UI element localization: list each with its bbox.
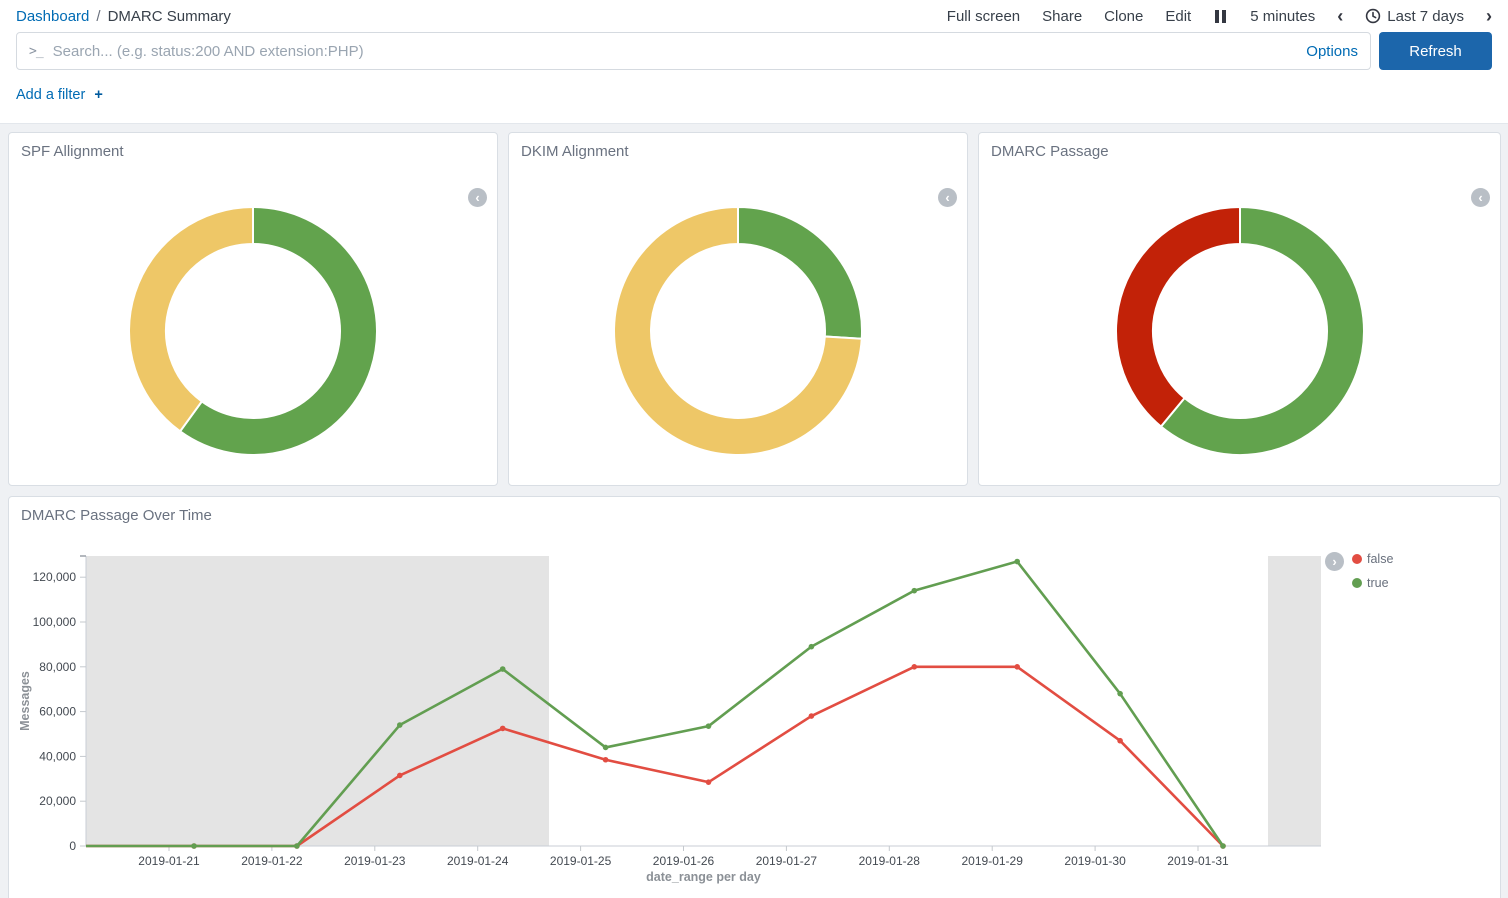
panel-spf-alignment: SPF Allignment ‹ [8,132,498,486]
svg-text:20,000: 20,000 [39,794,76,808]
chart-legend: › false true [1325,552,1393,600]
menu-item-edit[interactable]: Edit [1165,8,1191,25]
legend-item-false[interactable]: false [1352,552,1393,566]
svg-text:date_range per day: date_range per day [646,870,761,884]
dmarc-over-time-chart[interactable]: 0 20,000 40,000 60,000 80,000 100,000 120,000 2… [9,497,1500,898]
breadcrumb-current: DMARC Summary [108,8,231,25]
svg-text:100,000: 100,000 [33,615,77,629]
dashboard-header: Dashboard / DMARC Summary Full screen Sh… [0,0,1508,124]
svg-text:0: 0 [69,839,76,853]
legend-label: true [1367,576,1389,590]
menu-item-clone[interactable]: Clone [1104,8,1143,25]
pause-icon[interactable] [1213,10,1228,23]
dkim-donut-chart[interactable] [509,205,967,457]
panel-title: SPF Allignment [9,133,497,170]
panel-title: DKIM Alignment [509,133,967,170]
clock-icon [1365,8,1381,24]
svg-text:40,000: 40,000 [39,749,76,763]
svg-text:Messages: Messages [18,671,32,731]
legend-item-true[interactable]: true [1352,576,1393,590]
legend-expand-icon[interactable]: › [1325,552,1344,571]
svg-text:2019-01-29: 2019-01-29 [962,854,1024,868]
spf-donut-chart[interactable] [9,205,497,457]
svg-text:2019-01-28: 2019-01-28 [859,854,921,868]
svg-text:2019-01-22: 2019-01-22 [241,854,303,868]
add-filter-label: Add a filter [16,87,85,103]
options-link[interactable]: Options [1294,43,1358,60]
svg-text:2019-01-31: 2019-01-31 [1167,854,1229,868]
svg-text:2019-01-25: 2019-01-25 [550,854,612,868]
breadcrumb-separator: / [96,8,100,25]
plus-icon: + [94,87,102,103]
svg-text:2019-01-23: 2019-01-23 [344,854,406,868]
search-input[interactable] [53,43,1295,60]
chevron-left-icon[interactable]: ‹ [1337,7,1343,25]
add-filter-link[interactable]: Add a filter + [16,87,103,103]
panel-dmarc-passage: DMARC Passage ‹ [978,132,1501,486]
menu-item-share[interactable]: Share [1042,8,1082,25]
refresh-button[interactable]: Refresh [1379,32,1492,70]
svg-text:2019-01-21: 2019-01-21 [138,854,200,868]
menu-item-full-screen[interactable]: Full screen [947,8,1020,25]
false-series-dot [1352,554,1362,564]
svg-text:2019-01-24: 2019-01-24 [447,854,509,868]
svg-text:60,000: 60,000 [39,705,76,719]
search-box: >_ Options [16,32,1371,70]
svg-text:2019-01-26: 2019-01-26 [653,854,715,868]
true-series-dot [1352,578,1362,588]
chevron-right-icon[interactable]: › [1486,7,1492,25]
svg-text:120,000: 120,000 [33,570,77,584]
query-bar: >_ Options Refresh [16,32,1492,70]
svg-text:2019-01-27: 2019-01-27 [756,854,818,868]
breadcrumb-dashboard-link[interactable]: Dashboard [16,8,89,25]
panel-dkim-alignment: DKIM Alignment ‹ [508,132,968,486]
time-range-label: Last 7 days [1387,8,1464,25]
refresh-interval-button[interactable]: 5 minutes [1250,8,1315,25]
top-nav-bar: Dashboard / DMARC Summary Full screen Sh… [16,4,1492,28]
kibana-dashboard-page: Dashboard / DMARC Summary Full screen Sh… [0,0,1508,898]
panel-title: DMARC Passage [979,133,1500,170]
svg-text:2019-01-30: 2019-01-30 [1064,854,1126,868]
breadcrumb: Dashboard / DMARC Summary [16,8,231,25]
dmarc-donut-chart[interactable] [979,205,1500,457]
filter-bar: Add a filter + [16,86,1492,106]
console-prompt-icon: >_ [29,44,43,59]
time-picker-button[interactable]: Last 7 days [1365,8,1464,25]
dashboard-grid: SPF Allignment ‹ DKIM Alignment ‹ DMARC … [0,132,1508,898]
top-menu: Full screen Share Clone Edit 5 minutes ‹… [947,7,1492,25]
svg-text:80,000: 80,000 [39,660,76,674]
panel-dmarc-passage-over-time: DMARC Passage Over Time 020,00040,00060,… [8,496,1501,898]
legend-label: false [1367,552,1393,566]
